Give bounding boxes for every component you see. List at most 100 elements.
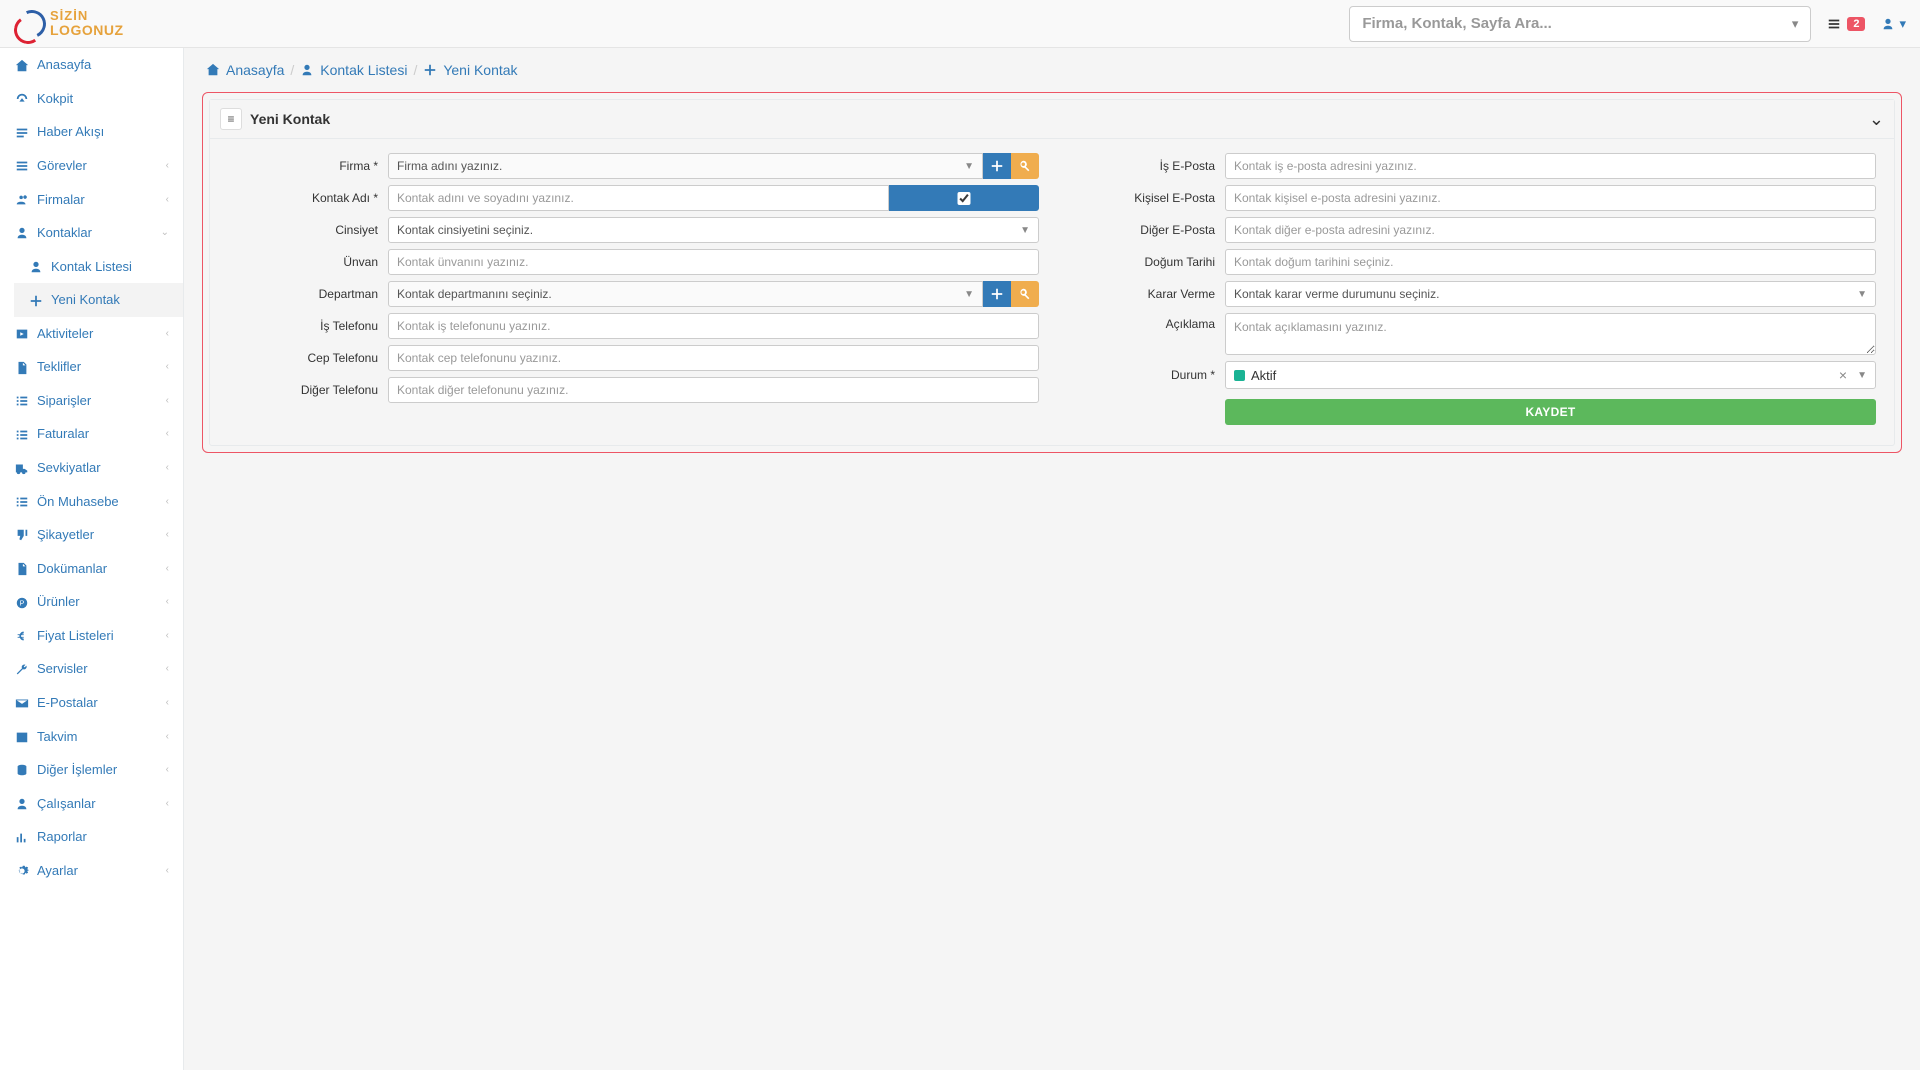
sidebar-item-ayarlar[interactable]: Ayarlar‹	[0, 854, 183, 888]
chevron-down-icon: ▼	[1857, 289, 1867, 300]
panel-collapse-button[interactable]: ⌄	[1869, 109, 1884, 130]
departman-select[interactable]: Kontak departmanını seçiniz.▼	[388, 281, 983, 307]
brand-logo[interactable]: SİZİN LOGONUZ	[14, 9, 124, 39]
cinsiyet-select[interactable]: Kontak cinsiyetini seçiniz.▼	[388, 217, 1039, 243]
sidebar-item-faturalar[interactable]: Faturalar‹	[0, 417, 183, 451]
sidebar-item-teklifler[interactable]: Teklifler‹	[0, 350, 183, 384]
save-button[interactable]: KAYDET	[1225, 399, 1876, 425]
sidebar-item-label: Raporlar	[37, 829, 87, 844]
sidebar-item-label: Anasayfa	[37, 57, 91, 72]
sidebar-item-kontak-listesi[interactable]: Kontak Listesi	[14, 249, 183, 283]
user-menu[interactable]: ▾	[1881, 16, 1906, 32]
breadcrumb-link[interactable]: Anasayfa	[206, 62, 284, 78]
sidebar-item-şikayetler[interactable]: Şikayetler‹	[0, 518, 183, 552]
kisisel-eposta-label: Kişisel E-Posta	[1065, 191, 1215, 205]
user-icon	[14, 225, 29, 241]
sidebar-item-çalışanlar[interactable]: Çalışanlar‹	[0, 786, 183, 820]
is-tel-input[interactable]	[388, 313, 1039, 339]
sidebar-item-label: Görevler	[37, 158, 87, 173]
durum-select[interactable]: Aktif × ▼	[1225, 361, 1876, 389]
aciklama-textarea[interactable]	[1225, 313, 1876, 355]
chevron-down-icon: ▼	[1857, 370, 1867, 381]
sidebar-item-kokpit[interactable]: Kokpit	[0, 82, 183, 116]
news-icon	[14, 124, 29, 140]
unvan-input[interactable]	[388, 249, 1039, 275]
kontak-adi-checkbox-addon[interactable]	[889, 185, 1039, 211]
sidebar-item-kontaklar[interactable]: Kontaklar⌄Kontak ListesiYeni Kontak	[0, 216, 183, 317]
kontak-adi-input[interactable]	[388, 185, 889, 211]
firma-add-button[interactable]	[983, 153, 1011, 179]
sidebar-item-servisler[interactable]: Servisler‹	[0, 652, 183, 686]
firma-search-button[interactable]	[1011, 153, 1039, 179]
sidebar-item-aktiviteler[interactable]: Aktiviteler‹	[0, 317, 183, 351]
sidebar-item-dokümanlar[interactable]: Dokümanlar‹	[0, 551, 183, 585]
tasks-indicator[interactable]: 2	[1827, 17, 1865, 31]
sidebar-item-label: Takvim	[37, 729, 77, 744]
sidebar-item-anasayfa[interactable]: Anasayfa	[0, 48, 183, 82]
durum-value: Aktif	[1251, 368, 1276, 383]
logo-mark-icon	[14, 10, 42, 38]
search-icon	[1018, 159, 1032, 173]
list-icon	[14, 393, 29, 409]
global-search[interactable]: ▾	[1349, 6, 1811, 42]
sidebar-item-label: Teklifler	[37, 359, 81, 374]
sidebar-item-siparişler[interactable]: Siparişler‹	[0, 384, 183, 418]
sidebar-item-label: Ön Muhasebe	[37, 494, 119, 509]
kisisel-eposta-input[interactable]	[1225, 185, 1876, 211]
cep-tel-label: Cep Telefonu	[228, 351, 378, 365]
firma-select[interactable]: Firma adını yazınız.▼	[388, 153, 983, 179]
departman-label: Departman	[228, 287, 378, 301]
sidebar-item-sevkiyatlar[interactable]: Sevkiyatlar‹	[0, 451, 183, 485]
list-icon	[14, 493, 29, 509]
sidebar-item-diğer-i̇şlemler[interactable]: Diğer İşlemler‹	[0, 753, 183, 787]
departman-add-button[interactable]	[983, 281, 1011, 307]
tasks-badge: 2	[1847, 17, 1865, 31]
chevron-left-icon: ‹	[166, 160, 169, 171]
breadcrumb-label: Kontak Listesi	[320, 62, 407, 78]
departman-search-button[interactable]	[1011, 281, 1039, 307]
is-eposta-input[interactable]	[1225, 153, 1876, 179]
main-content: Anasayfa/Kontak Listesi/Yeni Kontak ≡ Ye…	[184, 48, 1920, 1070]
sidebar-item-firmalar[interactable]: Firmalar‹	[0, 182, 183, 216]
sidebar-item-yeni-kontak[interactable]: Yeni Kontak	[14, 283, 183, 317]
chevron-down-icon: ▼	[964, 161, 974, 172]
search-icon	[1018, 287, 1032, 301]
wrench-icon	[14, 661, 29, 677]
kontak-adi-label: Kontak Adı *	[228, 191, 378, 205]
chevron-left-icon: ‹	[166, 428, 169, 439]
thumbdown-icon	[14, 527, 29, 543]
chevron-left-icon: ‹	[166, 529, 169, 540]
dogum-input[interactable]	[1225, 249, 1876, 275]
breadcrumb-link[interactable]: Yeni Kontak	[423, 62, 517, 78]
sidebar-item-raporlar[interactable]: Raporlar	[0, 820, 183, 854]
sidebar: Anasayfa KokpitHaber Akışı Görevler ‹ Firmal…	[0, 48, 184, 1070]
sidebar-item-fiyat-listeleri[interactable]: Fiyat Listeleri‹	[0, 619, 183, 653]
firma-label: Firma *	[228, 159, 378, 173]
sidebar-item-ürünler[interactable]: Ürünler‹	[0, 585, 183, 619]
breadcrumb-link[interactable]: Kontak Listesi	[300, 62, 407, 78]
diger-tel-input[interactable]	[388, 377, 1039, 403]
diger-eposta-input[interactable]	[1225, 217, 1876, 243]
sidebar-item-görevler[interactable]: Görevler ‹	[0, 149, 183, 183]
list-icon	[14, 426, 29, 442]
form-panel: ≡ Yeni Kontak ⌄ Firma * Firma adını yazı…	[209, 99, 1895, 446]
chevron-left-icon: ‹	[166, 395, 169, 406]
cep-tel-input[interactable]	[388, 345, 1039, 371]
chevron-left-icon: ‹	[166, 663, 169, 674]
kontak-adi-checkbox[interactable]	[890, 192, 1038, 205]
sidebar-item-ön-muhasebe[interactable]: Ön Muhasebe‹	[0, 484, 183, 518]
sidebar-item-e-postalar[interactable]: E-Postalar‹	[0, 686, 183, 720]
sidebar-item-label: Diğer İşlemler	[37, 762, 117, 777]
global-search-input[interactable]	[1362, 15, 1791, 32]
panel-menu-button[interactable]: ≡	[220, 108, 242, 130]
plus-icon	[423, 63, 437, 77]
durum-clear-button[interactable]: ×	[1835, 367, 1851, 383]
sidebar-item-haber-akışı[interactable]: Haber Akışı	[0, 115, 183, 149]
karar-select[interactable]: Kontak karar verme durumunu seçiniz.▼	[1225, 281, 1876, 307]
sidebar-item-takvim[interactable]: Takvim‹	[0, 719, 183, 753]
breadcrumb: Anasayfa/Kontak Listesi/Yeni Kontak	[184, 48, 1920, 92]
status-dot-icon	[1234, 370, 1245, 381]
is-eposta-label: İş E-Posta	[1065, 159, 1215, 173]
truck-icon	[14, 460, 29, 476]
form-panel-outline: ≡ Yeni Kontak ⌄ Firma * Firma adını yazı…	[202, 92, 1902, 453]
